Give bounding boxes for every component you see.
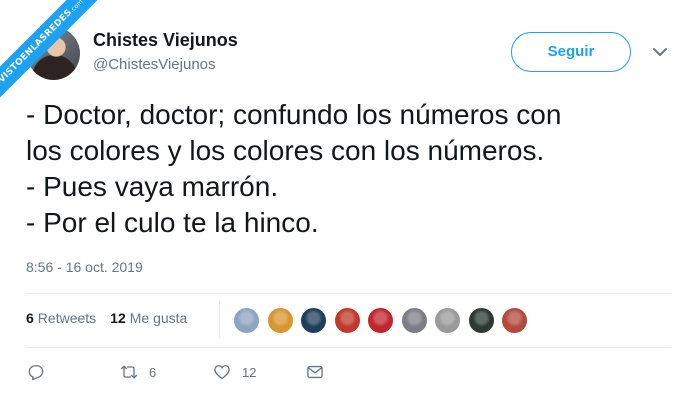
bw-photo-avatar[interactable] [434,307,461,334]
red-figure-avatar[interactable] [333,307,361,334]
watermark-ribbon: VISTOENLASREDES.com [0,0,110,110]
chevron-down-icon[interactable] [648,40,672,64]
tweet-line: los colores y los colores con los número… [26,135,545,166]
tweet-line: - Doctor, doctor; confundo los números c… [26,99,562,130]
tweet-text: - Doctor, doctor; confundo los números c… [26,97,676,241]
dark-green-avatar[interactable] [467,307,495,334]
follow-button[interactable]: Seguir [511,32,631,72]
likers-avatars [233,307,535,334]
envelope-icon [307,365,323,379]
retweets-label: Retweets [37,310,97,326]
tweet-line: - Por el culo te la hinco. [26,207,319,238]
divider [219,301,220,338]
divider [26,293,671,294]
retweets-count: 6 [26,310,34,326]
author-name[interactable]: Chistes Viejunos [93,30,238,51]
action-bar: 6 12 [26,362,326,386]
retweet-button[interactable]: 6 [119,362,156,382]
person-photo-avatar[interactable] [233,307,260,334]
engagement-stats: 6 Retweets 12 Me gusta [26,310,201,326]
watermark-text: VISTOENLASREDES [0,7,75,86]
reply-button[interactable] [26,362,46,382]
tweet-timestamp[interactable]: 8:56 - 16 oct. 2019 [26,259,143,275]
watermark-domain: .com [68,0,85,15]
reply-icon [28,365,44,381]
retweets-stat[interactable]: 6 Retweets [26,310,96,326]
orange-circle-avatar[interactable] [266,307,294,334]
likes-label: Me gusta [129,310,188,326]
retweet-icon [120,365,138,379]
divider [26,347,671,348]
like-button[interactable]: 12 [212,362,256,382]
like-count: 12 [242,364,257,380]
likes-stat[interactable]: 12 Me gusta [110,310,187,326]
rebel-alliance-avatar[interactable] [367,307,394,334]
author-handle[interactable]: @ChistesViejunos [93,56,216,73]
likes-count: 12 [110,310,126,326]
grey-photo-avatar[interactable] [400,307,428,334]
tweet-line: - Pues vaya marrón. [26,171,279,202]
direct-message-button[interactable] [305,362,325,382]
white-red-avatar[interactable] [501,307,528,334]
retweet-count: 6 [149,364,157,380]
heart-icon [214,365,230,380]
dark-blue-avatar[interactable] [300,307,327,334]
